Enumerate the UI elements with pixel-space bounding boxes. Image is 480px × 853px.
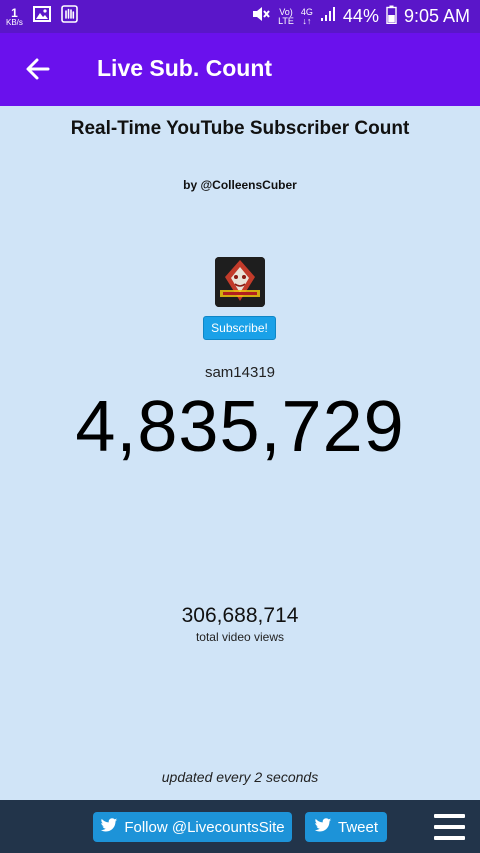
update-interval-note: updated every 2 seconds — [161, 769, 319, 785]
network-speed: 1 KB/s — [6, 7, 23, 27]
status-bar-left: 1 KB/s — [6, 4, 78, 29]
battery-icon — [386, 5, 397, 29]
twitter-bird-icon — [100, 817, 118, 837]
app-bar: Live Sub. Count — [0, 33, 480, 106]
mute-icon — [251, 5, 271, 28]
channel-name: sam14319 — [204, 364, 276, 381]
network-type-bottom: LTE — [278, 15, 294, 26]
footer-bar: Follow @LivecountsSite Tweet — [0, 800, 480, 853]
image-icon — [32, 6, 51, 27]
network-speed-value: 1 — [11, 5, 18, 20]
tweet-label: Tweet — [337, 818, 379, 836]
subscribe-button[interactable]: Subscribe! — [203, 316, 276, 340]
total-views-count: 306,688,714 — [181, 604, 299, 627]
author-byline: by @ColleensCuber — [183, 178, 297, 192]
network-generation: 4G ↓↑ — [301, 7, 313, 26]
total-views-label: total video views — [195, 630, 285, 644]
follow-twitter-label: Follow @LivecountsSite — [124, 818, 285, 836]
hamburger-menu-icon[interactable] — [434, 814, 465, 840]
status-bar-right: Vo) LTE 4G ↓↑ 44% 9:05 AM — [251, 4, 470, 29]
back-button[interactable] — [22, 53, 54, 85]
page-heading: Real-Time YouTube Subscriber Count — [70, 118, 410, 139]
hand-icon — [61, 5, 78, 28]
arrow-left-icon — [22, 58, 54, 89]
app-title: Live Sub. Count — [97, 55, 273, 81]
menu-line — [434, 825, 465, 829]
menu-line — [434, 814, 465, 818]
network-speed-unit: KB/s — [6, 17, 23, 27]
subscriber-count: 4,835,729 — [75, 387, 405, 467]
network-generation-bottom: ↓↑ — [302, 15, 312, 26]
menu-line — [434, 836, 465, 840]
twitter-bird-icon — [314, 817, 332, 837]
battery-percent: 44% — [342, 6, 379, 26]
follow-twitter-button[interactable]: Follow @LivecountsSite — [93, 812, 292, 842]
channel-logo-image — [215, 257, 265, 307]
channel-avatar[interactable] — [215, 257, 265, 307]
signal-icon — [320, 6, 336, 27]
status-bar: 1 KB/s Vo) LTE 4G ↓↑ 44% 9:05 AM — [0, 0, 480, 33]
network-type: Vo) LTE — [278, 7, 294, 26]
clock: 9:05 AM — [403, 6, 470, 26]
tweet-button[interactable]: Tweet — [305, 812, 387, 842]
